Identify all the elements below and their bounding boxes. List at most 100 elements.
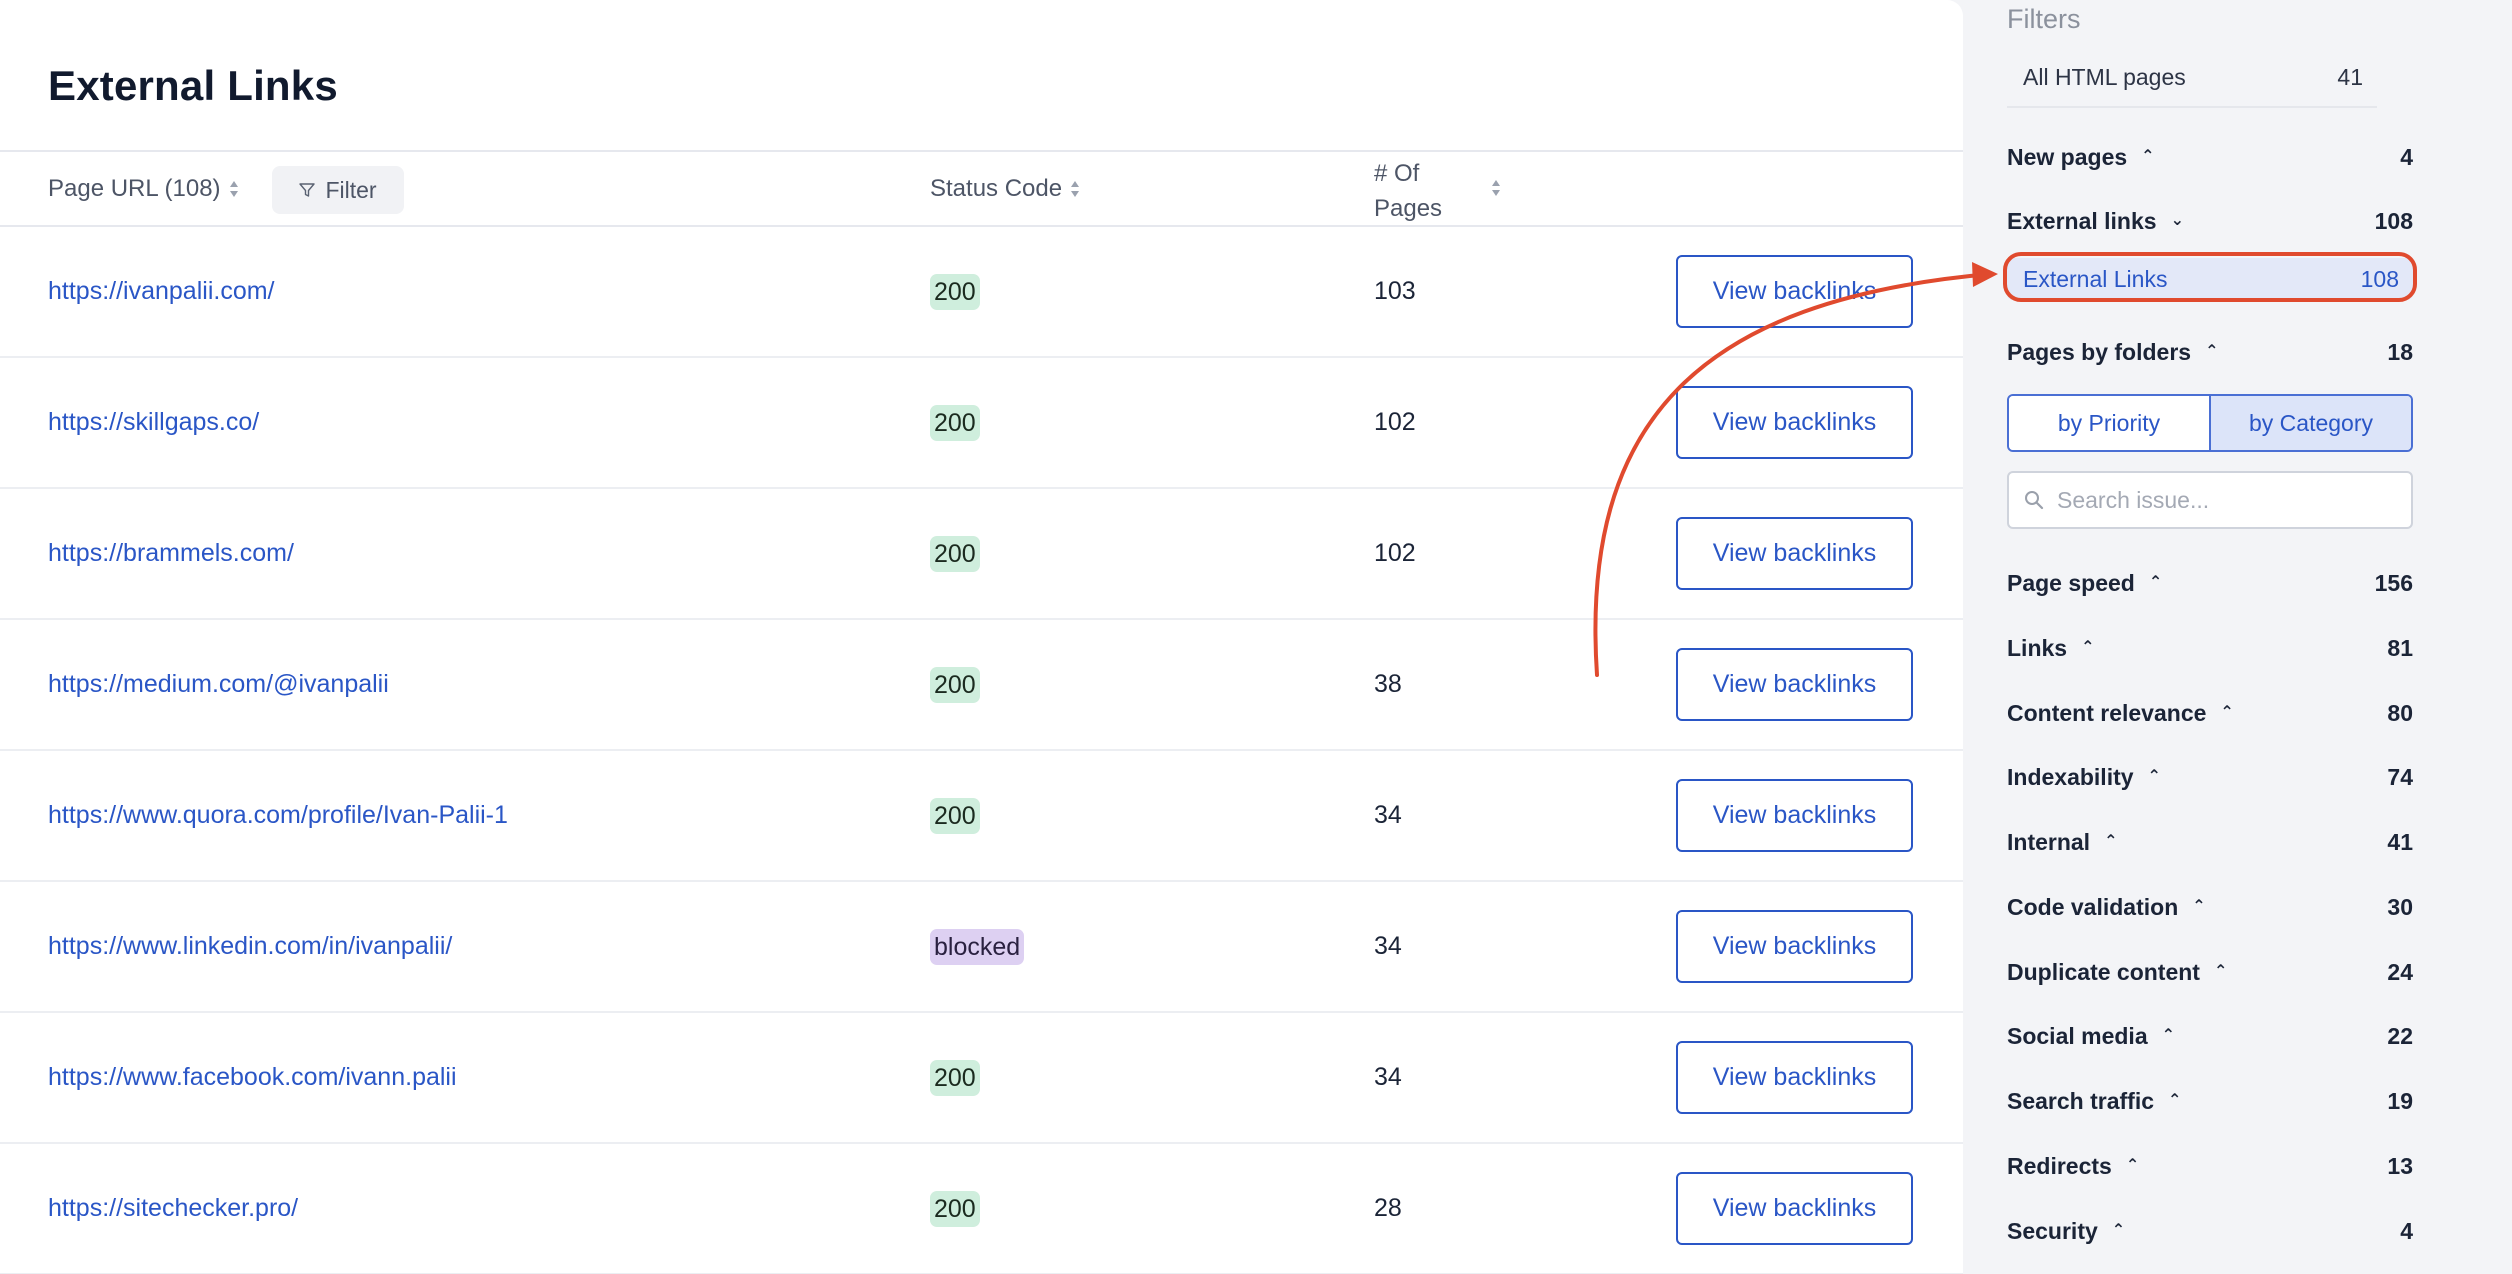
column-header-url[interactable]: Page URL (108) xyxy=(48,152,239,225)
status-badge: 200 xyxy=(930,405,980,441)
status-badge: 200 xyxy=(930,1060,980,1096)
filter-category-label: Duplicate content xyxy=(2007,958,2200,985)
search-issue-box xyxy=(2007,471,2413,529)
view-backlinks-button[interactable]: View backlinks xyxy=(1676,648,1913,721)
filter-group-count: 4 xyxy=(2400,143,2413,170)
chevron-up-icon: ⌃ xyxy=(2104,833,2118,850)
filter-category-label: Links xyxy=(2007,634,2068,661)
pages-count: 28 xyxy=(1374,1194,1402,1222)
filter-group-label: New pages xyxy=(2007,143,2128,170)
status-badge: 200 xyxy=(930,536,980,572)
filter-category-label: Indexability xyxy=(2007,763,2134,790)
filter-group-count: 18 xyxy=(2387,338,2413,365)
page-title: External Links xyxy=(48,62,338,109)
filter-group-external-links[interactable]: External links ⌄ 108 xyxy=(2007,203,2413,239)
pages-count: 38 xyxy=(1374,670,1402,698)
filter-label: All HTML pages xyxy=(2023,64,2186,90)
filter-category-internal[interactable]: Internal ⌃ 41 xyxy=(2007,824,2413,860)
filter-group-new-pages[interactable]: New pages ⌃ 4 xyxy=(2007,139,2413,175)
search-issue-input[interactable] xyxy=(2057,486,2397,514)
column-header-status[interactable]: Status Code xyxy=(930,152,1080,225)
filter-button[interactable]: Filter xyxy=(272,166,404,214)
pages-count: 34 xyxy=(1374,1063,1402,1091)
page-url-link[interactable]: https://www.quora.com/profile/Ivan-Palii… xyxy=(48,751,508,880)
view-backlinks-button[interactable]: View backlinks xyxy=(1676,910,1913,983)
pages-count: 34 xyxy=(1374,801,1402,829)
page-url-link[interactable]: https://ivanpalii.com/ xyxy=(48,227,275,356)
sort-icon[interactable] xyxy=(1491,179,1501,197)
filter-category-count: 22 xyxy=(2387,1022,2413,1049)
table-row: https://www.linkedin.com/in/ivanpalii/ b… xyxy=(0,882,1963,1013)
filter-category-code-validation[interactable]: Code validation ⌃ 30 xyxy=(2007,889,2413,925)
main-panel: External Links Page URL (108) Filter Sta… xyxy=(0,0,1963,1274)
filter-button-label: Filter xyxy=(325,176,377,203)
filter-category-security[interactable]: Security ⌃ 4 xyxy=(2007,1213,2413,1249)
filter-category-count: 41 xyxy=(2387,828,2413,855)
filter-category-count: 19 xyxy=(2387,1087,2413,1114)
view-backlinks-button[interactable]: View backlinks xyxy=(1676,1041,1913,1114)
chevron-up-icon: ⌃ xyxy=(2081,639,2095,656)
filter-category-social-media[interactable]: Social media ⌃ 22 xyxy=(2007,1018,2413,1054)
column-header-status-label: Status Code xyxy=(930,174,1063,202)
page-url-link[interactable]: https://sitechecker.pro/ xyxy=(48,1144,298,1273)
view-mode-toggle: by Priority by Category xyxy=(2007,394,2413,452)
table-header: Page URL (108) Filter Status Code # Of P… xyxy=(0,150,1963,227)
status-badge: blocked xyxy=(930,929,1025,965)
chevron-up-icon: ⌃ xyxy=(2111,1222,2126,1239)
table-row: https://www.quora.com/profile/Ivan-Palii… xyxy=(0,751,1963,882)
filter-category-page-speed[interactable]: Page speed ⌃ 156 xyxy=(2007,565,2413,601)
filter-all-html-pages[interactable]: All HTML pages 41 xyxy=(2007,50,2377,108)
chevron-up-icon: ⌃ xyxy=(2125,1157,2140,1174)
pages-count: 34 xyxy=(1374,932,1402,960)
filters-sidebar: Filters All HTML pages 41 New pages ⌃ 4 … xyxy=(1963,0,2512,1274)
pages-count: 103 xyxy=(1374,277,1416,305)
filter-category-count: 80 xyxy=(2387,699,2413,726)
page-url-link[interactable]: https://skillgaps.co/ xyxy=(48,358,259,487)
filter-category-redirects[interactable]: Redirects ⌃ 13 xyxy=(2007,1148,2413,1184)
filter-category-count: 74 xyxy=(2387,763,2413,790)
filter-category-label: Content relevance xyxy=(2007,699,2207,726)
chevron-up-icon: ⌃ xyxy=(2213,963,2228,980)
page-url-link[interactable]: https://www.facebook.com/ivann.palii xyxy=(48,1013,457,1142)
filter-category-content-relevance[interactable]: Content relevance ⌃ 80 xyxy=(2007,695,2413,731)
chevron-up-icon: ⌃ xyxy=(2192,898,2206,915)
sort-icon[interactable] xyxy=(229,180,239,198)
table-row: https://medium.com/@ivanpalii 200 38 Vie… xyxy=(0,620,1963,751)
chevron-up-icon: ⌃ xyxy=(2161,1027,2176,1044)
filter-category-links[interactable]: Links ⌃ 81 xyxy=(2007,630,2413,666)
view-backlinks-button[interactable]: View backlinks xyxy=(1676,255,1913,328)
by-priority-button[interactable]: by Priority xyxy=(2009,396,2209,450)
page-url-link[interactable]: https://brammels.com/ xyxy=(48,489,294,618)
column-header-pages[interactable]: # Of Pages xyxy=(1374,156,1484,226)
pages-count: 102 xyxy=(1374,539,1416,567)
view-backlinks-button[interactable]: View backlinks xyxy=(1676,386,1913,459)
annotation-highlight xyxy=(2003,252,2417,302)
filter-category-duplicate-content[interactable]: Duplicate content ⌃ 24 xyxy=(2007,954,2413,990)
view-backlinks-button[interactable]: View backlinks xyxy=(1676,779,1913,852)
sort-icon[interactable] xyxy=(1070,180,1080,198)
filter-category-search-traffic[interactable]: Search traffic ⌃ 19 xyxy=(2007,1083,2413,1119)
pages-count: 102 xyxy=(1374,408,1416,436)
filter-group-count: 108 xyxy=(2374,207,2413,234)
table-row: https://sitechecker.pro/ 200 28 View bac… xyxy=(0,1144,1963,1274)
filter-category-count: 24 xyxy=(2387,958,2413,985)
filter-category-label: Internal xyxy=(2007,828,2091,855)
search-icon xyxy=(2023,489,2045,511)
filter-category-indexability[interactable]: Indexability ⌃ 74 xyxy=(2007,759,2413,795)
by-category-button[interactable]: by Category xyxy=(2209,396,2411,450)
page-url-link[interactable]: https://medium.com/@ivanpalii xyxy=(48,620,389,749)
filter-count: 41 xyxy=(2337,64,2363,90)
filter-group-pages-by-folders[interactable]: Pages by folders ⌃ 18 xyxy=(2007,334,2413,370)
view-backlinks-button[interactable]: View backlinks xyxy=(1676,1172,1913,1245)
view-backlinks-button[interactable]: View backlinks xyxy=(1676,517,1913,590)
table-row: https://www.facebook.com/ivann.palii 200… xyxy=(0,1013,1963,1144)
filter-category-count: 156 xyxy=(2374,569,2413,596)
filter-category-count: 30 xyxy=(2387,893,2413,920)
chevron-down-icon: ⌄ xyxy=(2170,212,2184,229)
chevron-up-icon: ⌃ xyxy=(2168,1092,2182,1109)
page-url-link[interactable]: https://www.linkedin.com/in/ivanpalii/ xyxy=(48,882,452,1011)
chevron-up-icon: ⌃ xyxy=(2220,704,2234,721)
status-badge: 200 xyxy=(930,1191,980,1227)
chevron-up-icon: ⌃ xyxy=(2205,343,2219,360)
filter-category-count: 4 xyxy=(2400,1217,2413,1244)
